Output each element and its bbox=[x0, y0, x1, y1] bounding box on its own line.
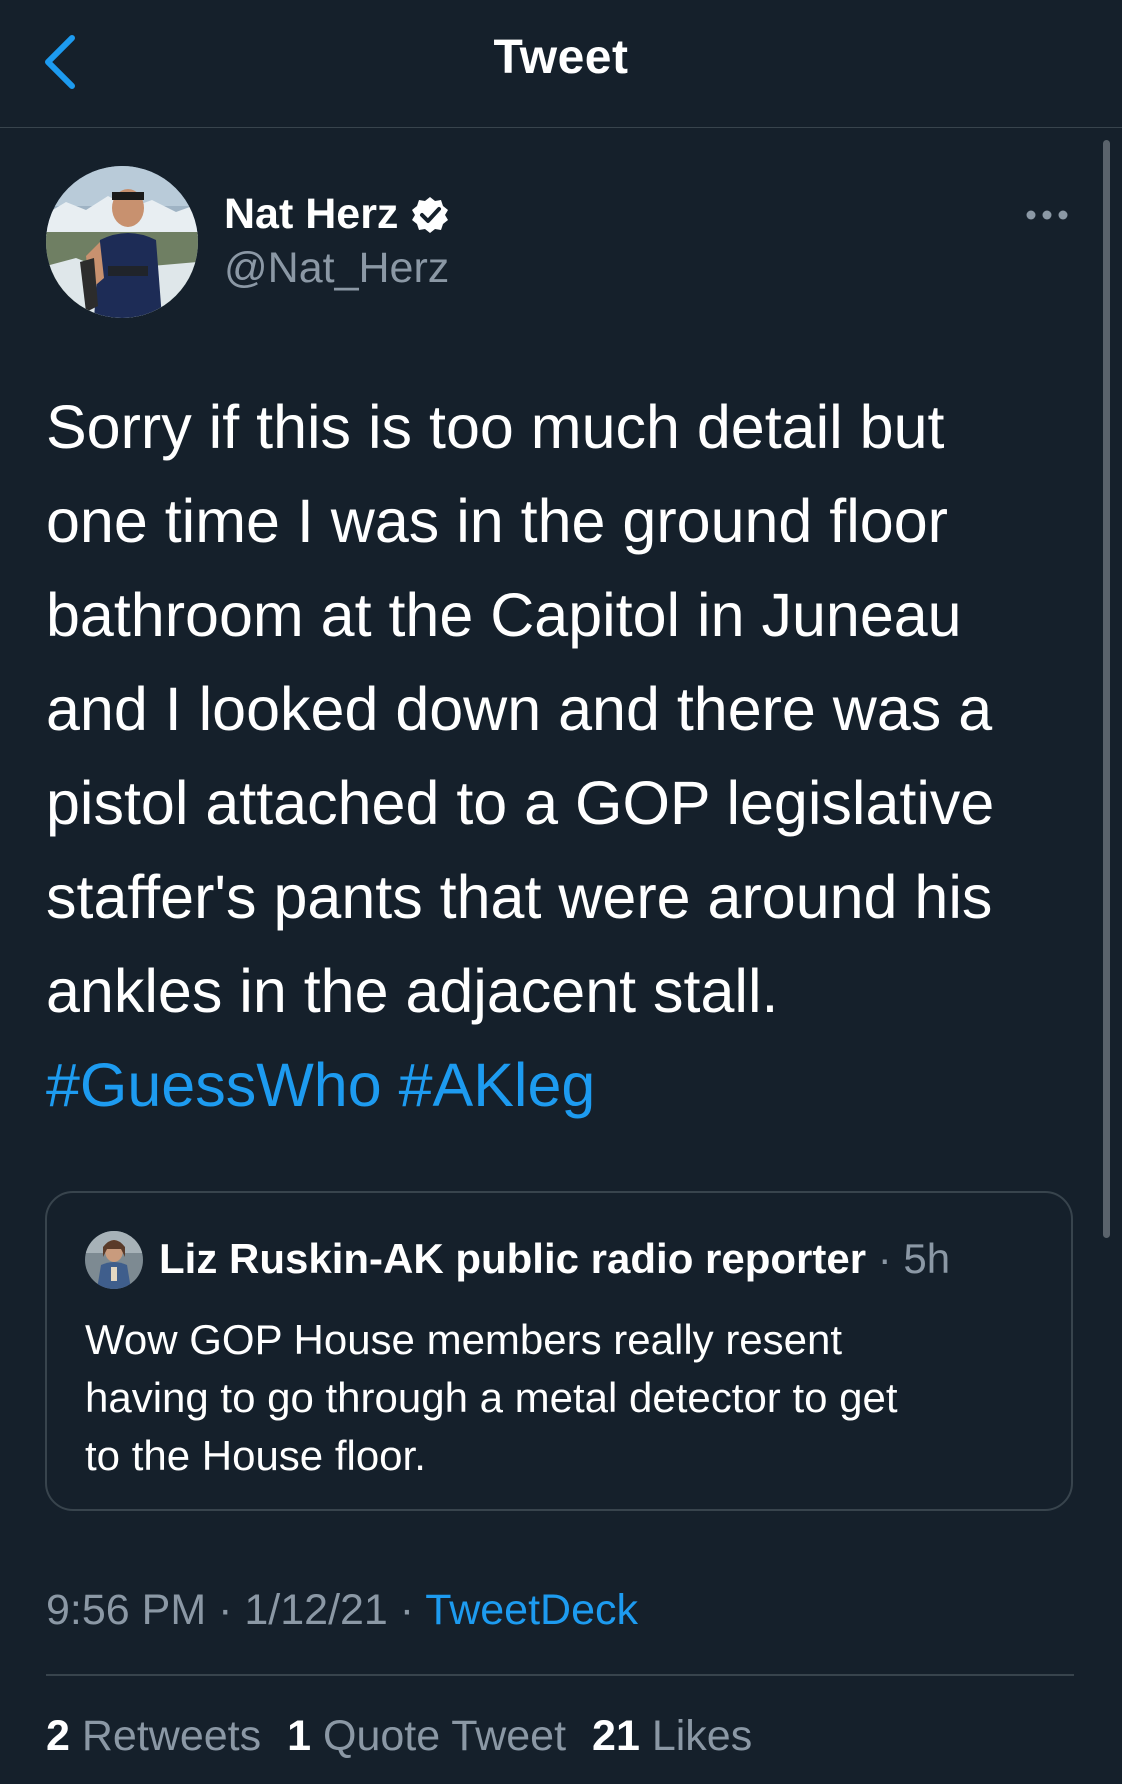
quote-tweets-stat[interactable]: 1 Quote Tweet bbox=[287, 1712, 566, 1761]
quoted-timestamp: 5h bbox=[903, 1235, 951, 1282]
more-horizontal-icon bbox=[1026, 210, 1068, 220]
author-name[interactable]: Nat Herz bbox=[224, 190, 450, 239]
scrollbar[interactable] bbox=[1103, 140, 1110, 1238]
retweets-stat[interactable]: 2 Retweets bbox=[46, 1712, 261, 1761]
tweet-text-line: pistol attached to a GOP legislative bbox=[46, 769, 995, 837]
meta-separator: · bbox=[399, 1586, 415, 1634]
retweets-label: Retweets bbox=[81, 1712, 262, 1760]
quote-tweets-label: Quote Tweet bbox=[323, 1712, 567, 1760]
likes-stat[interactable]: 21 Likes bbox=[592, 1712, 752, 1761]
tweet-text-line: ankles in the adjacent stall. bbox=[46, 957, 779, 1025]
quoted-tweet-card[interactable]: Liz Ruskin-AK public radio reporter · 5h… bbox=[45, 1191, 1073, 1511]
tweet-date: 1/12/21 bbox=[244, 1586, 388, 1634]
tweet-text-line: staffer's pants that were around his bbox=[46, 863, 993, 931]
page-title: Tweet bbox=[493, 31, 629, 84]
author-avatar[interactable] bbox=[46, 166, 198, 318]
tweet-text-line: one time I was in the ground floor bbox=[46, 487, 948, 555]
quoted-text-line: having to go through a metal detector to… bbox=[85, 1374, 898, 1421]
verified-badge-icon bbox=[412, 196, 449, 233]
tweet-time: 9:56 PM bbox=[46, 1586, 207, 1634]
author-handle[interactable]: @Nat_Herz bbox=[224, 244, 449, 293]
tweet-source-link[interactable]: TweetDeck bbox=[425, 1586, 638, 1634]
tweet-text: Sorry if this is too much detail but one… bbox=[46, 380, 1046, 1132]
likes-count: 21 bbox=[592, 1712, 640, 1760]
quoted-author-avatar bbox=[85, 1231, 143, 1289]
tweet-meta: 9:56 PM · 1/12/21 · TweetDeck bbox=[46, 1586, 638, 1635]
quoted-avatar-image bbox=[85, 1231, 143, 1289]
app-header: Tweet bbox=[0, 0, 1122, 128]
quoted-text-line: Wow GOP House members really resent bbox=[85, 1316, 843, 1363]
quoted-separator: · bbox=[877, 1235, 892, 1282]
tweet-text-line: bathroom at the Capitol in Juneau bbox=[46, 581, 962, 649]
quoted-text: Wow GOP House members really resent havi… bbox=[85, 1311, 1045, 1485]
more-options-button[interactable] bbox=[1022, 198, 1072, 232]
quoted-header: Liz Ruskin-AK public radio reporter · 5h bbox=[159, 1235, 950, 1283]
tweet-text-line: Sorry if this is too much detail but bbox=[46, 393, 945, 461]
hashtag-link[interactable]: #GuessWho bbox=[46, 1051, 382, 1119]
meta-separator: · bbox=[218, 1586, 233, 1634]
hashtags-line: #GuessWho #AKleg bbox=[46, 1038, 1046, 1132]
tweet-text-line: and I looked down and there was a bbox=[46, 675, 993, 743]
avatar-image bbox=[46, 166, 198, 318]
retweets-count: 2 bbox=[46, 1712, 70, 1760]
divider bbox=[46, 1674, 1074, 1676]
author-name-text: Nat Herz bbox=[224, 190, 399, 238]
quote-tweets-count: 1 bbox=[287, 1712, 312, 1760]
quoted-text-line: to the House floor. bbox=[85, 1432, 426, 1479]
likes-label: Likes bbox=[651, 1712, 753, 1760]
tweet-stats: 2 Retweets 1 Quote Tweet 21 Likes bbox=[46, 1712, 778, 1761]
quoted-author-name: Liz Ruskin-AK public radio reporter bbox=[159, 1235, 867, 1282]
hashtag-link[interactable]: #AKleg bbox=[399, 1051, 596, 1119]
